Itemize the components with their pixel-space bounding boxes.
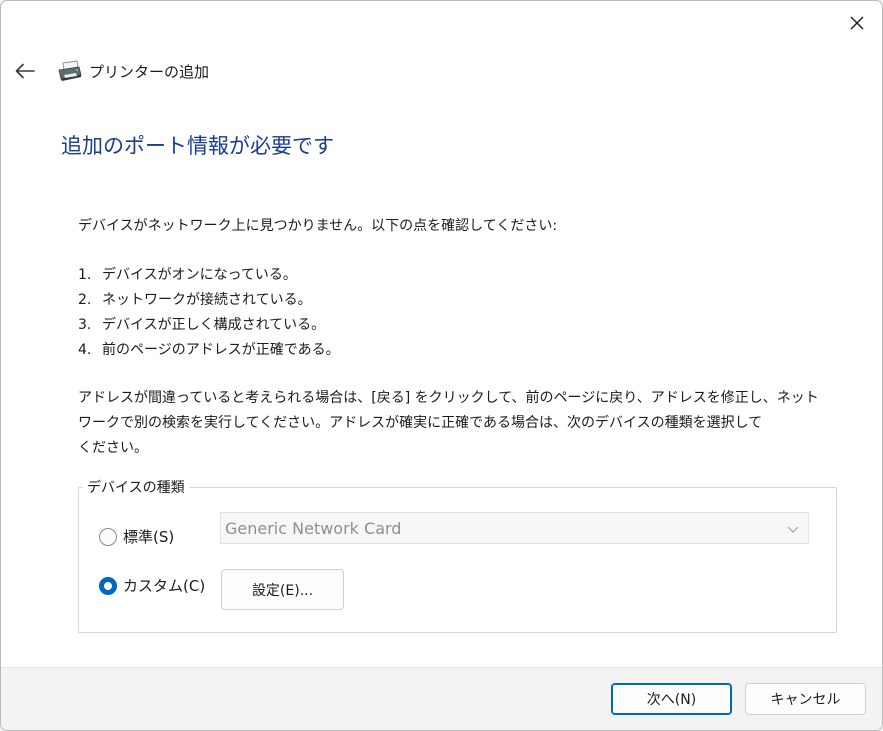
back-button[interactable] [9,55,41,87]
list-item: 1. デバイスがオンになっている。 [78,263,340,288]
list-item: 3. デバイスが正しく構成されている。 [78,313,340,338]
close-icon [850,16,864,30]
standard-radio-option[interactable]: 標準(S) [99,526,174,547]
list-item-text: 前のページのアドレスが正確である。 [102,342,340,358]
advice-text: アドレスが間違っていると考えられる場合は、[戻る] をクリックして、前のページに… [78,386,838,461]
advice-line: ください。 [78,440,148,456]
settings-button[interactable]: 設定(E)... [221,569,344,610]
device-type-group [78,487,837,633]
standard-device-select-value: Generic Network Card [225,518,402,538]
advice-line: ワークで別の検索を実行してください。アドレスが確実に正確である場合は、次のデバイ… [78,415,763,431]
next-button[interactable]: 次へ(N) [611,683,732,715]
list-item-text: ネットワークが接続されている。 [102,292,312,308]
printer-icon [58,60,82,81]
list-item-number: 2. [78,292,92,308]
custom-radio-label: カスタム(C) [123,577,206,595]
device-type-legend: デバイスの種類 [83,478,189,498]
checklist: 1. デバイスがオンになっている。 2. ネットワークが接続されている。 3. … [78,263,340,363]
close-button[interactable] [833,1,881,45]
custom-radio[interactable] [99,576,117,595]
list-item-number: 1. [78,267,92,283]
list-item-number: 4. [78,342,92,358]
list-item-text: デバイスがオンになっている。 [102,267,297,283]
standard-device-select: Generic Network Card [220,512,809,544]
standard-radio[interactable] [99,527,117,546]
list-item: 2. ネットワークが接続されている。 [78,288,340,313]
back-arrow-icon [15,63,35,79]
dialog-header: プリンターの追加 [57,57,209,85]
cancel-button[interactable]: キャンセル [745,683,866,715]
chevron-down-icon [787,526,799,533]
page-title: 追加のポート情報が必要です [61,134,334,158]
dialog-header-title: プリンターの追加 [89,62,210,81]
intro-text: デバイスがネットワーク上に見つかりません。以下の点を確認してください: [78,218,558,234]
custom-radio-option[interactable]: カスタム(C) [99,575,205,596]
standard-radio-label: 標準(S) [123,528,175,546]
list-item-text: デバイスが正しく構成されている。 [102,317,326,333]
add-printer-dialog: プリンターの追加 追加のポート情報が必要です デバイスがネットワーク上に見つかり… [0,0,883,731]
advice-line: アドレスが間違っていると考えられる場合は、[戻る] をクリックして、前のページに… [78,390,819,406]
list-item: 4. 前のページのアドレスが正確である。 [78,338,340,363]
list-item-number: 3. [78,317,92,333]
